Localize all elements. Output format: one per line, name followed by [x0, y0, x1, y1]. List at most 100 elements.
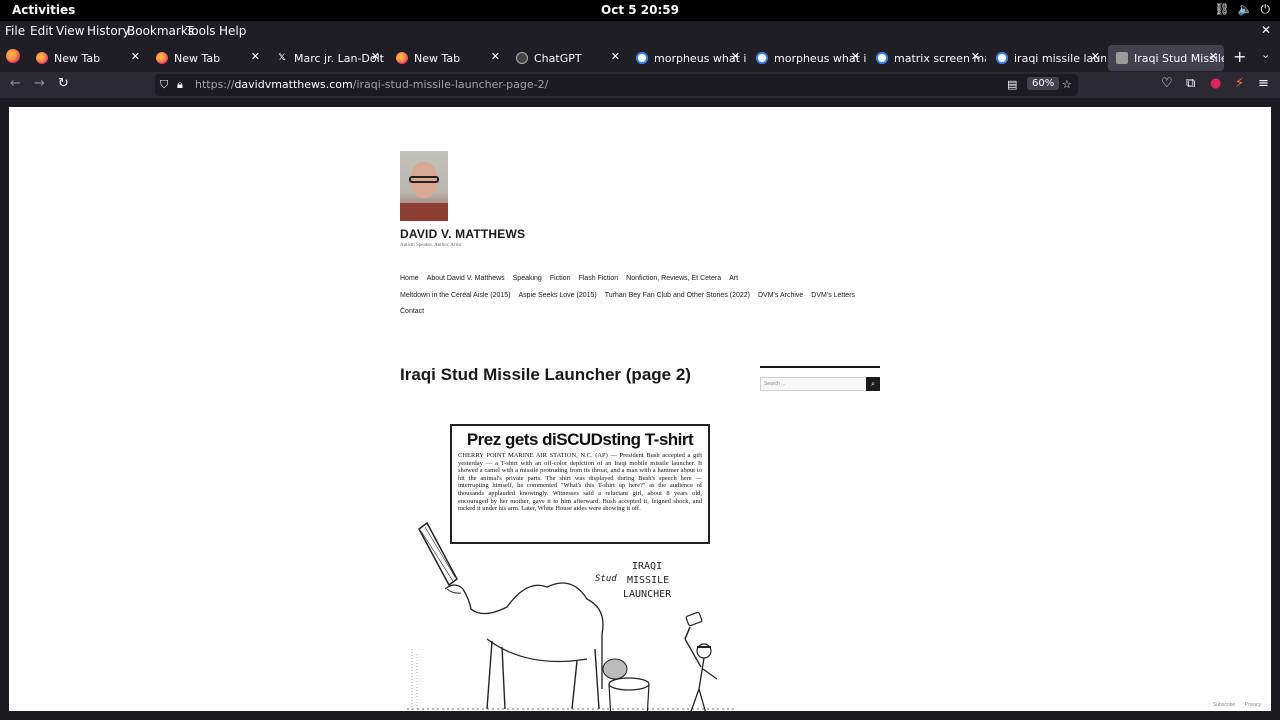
camel-body	[444, 582, 604, 689]
missile-shape	[418, 521, 458, 587]
content-viewport: DAVID V. MATTHEWS Autism Speaker, Author…	[0, 98, 1280, 720]
nav-art[interactable]: Art	[729, 275, 738, 282]
cartoon-label-launcher: LAUNCHER	[623, 589, 672, 600]
extensions-icon[interactable]: ⧉	[1186, 76, 1195, 91]
search-button[interactable]: ⌕	[866, 377, 880, 391]
url-path: /iraqi-stud-missile-launcher-page-2/	[352, 78, 549, 91]
site-description: Autism Speaker, Author, Artist	[400, 243, 462, 248]
menu-tools[interactable]: Tools	[186, 24, 216, 38]
clipping-body: CHERRY POINT MARINE AIR STATION, N.C. (A…	[458, 452, 702, 513]
nav-contact[interactable]: Contact	[400, 308, 424, 315]
cartoon-label-stud: Stud	[595, 574, 617, 584]
site-title[interactable]: DAVID V. MATTHEWS	[400, 227, 525, 241]
privacy-link[interactable]: Privacy	[1245, 702, 1261, 708]
tab-x-post[interactable]: 𝕏 Marc jr. Lan-Dolt (@ ✕	[268, 45, 386, 71]
camel-hump-object	[602, 658, 628, 680]
forward-icon[interactable]: →	[34, 76, 45, 91]
menu-bookmarks[interactable]: Bookmarks	[127, 24, 194, 38]
post-title: Iraqi Stud Missile Launcher (page 2)	[400, 365, 691, 384]
clock[interactable]: Oct 5 20:59	[0, 3, 1280, 17]
chatgpt-icon	[516, 52, 528, 64]
nav-about[interactable]: About David V. Matthews	[427, 275, 505, 282]
nav-speaking[interactable]: Speaking	[513, 275, 542, 282]
chevron-down-icon[interactable]: ⌄	[1261, 48, 1270, 61]
tab-chatgpt[interactable]: ChatGPT ✕	[508, 45, 626, 71]
reload-icon[interactable]: ↻	[58, 76, 69, 91]
close-tab-icon[interactable]: ✕	[731, 50, 740, 63]
nav-turhan-bey[interactable]: Turhan Bey Fan Club and Other Stories (2…	[605, 292, 750, 299]
firefox-icon	[36, 52, 48, 64]
close-tab-icon[interactable]: ✕	[611, 50, 620, 63]
addon-2-icon[interactable]: ⚡	[1235, 76, 1244, 91]
close-tab-icon[interactable]: ✕	[131, 50, 140, 63]
back-icon[interactable]: ←	[10, 76, 21, 91]
tab-google-iraqi[interactable]: iraqi missile launch ✕	[988, 45, 1106, 71]
navigation-toolbar: ← → ↻ ⛉ 🔒︎ https://davidvmatthews.com/ir…	[0, 72, 1280, 98]
nav-archive[interactable]: DVM's Archive	[758, 292, 803, 299]
ground-speckle	[411, 649, 418, 711]
hammer-handle	[684, 626, 691, 640]
tab-new-tab-1[interactable]: New Tab ✕	[28, 45, 146, 71]
menu-help[interactable]: Help	[219, 24, 246, 38]
tab-new-tab-2[interactable]: New Tab ✕	[148, 45, 266, 71]
close-tab-icon[interactable]: ✕	[491, 50, 500, 63]
menu-bar: File Edit View History Bookmarks Tools H…	[0, 21, 1280, 41]
primary-nav-row-3: Contact	[400, 308, 432, 315]
bookmark-star-icon[interactable]: ☆	[1062, 78, 1072, 91]
stump-top	[608, 677, 650, 691]
close-tab-icon[interactable]: ✕	[371, 50, 380, 63]
web-page: DAVID V. MATTHEWS Autism Speaker, Author…	[9, 107, 1271, 711]
close-tab-icon[interactable]: ✕	[971, 50, 980, 63]
menu-history[interactable]: History	[87, 24, 130, 38]
window-close-icon[interactable]: ✕	[1261, 23, 1271, 37]
x-icon: 𝕏	[278, 53, 286, 63]
man-body	[684, 638, 718, 711]
lock-icon[interactable]: 🔒︎	[177, 78, 183, 92]
nav-nonfiction[interactable]: Nonfiction, Reviews, Et Cetera	[626, 275, 721, 282]
nav-letters[interactable]: DVM's Letters	[811, 292, 855, 299]
reader-view-icon[interactable]: ▤	[1007, 78, 1017, 91]
menu-edit[interactable]: Edit	[30, 24, 53, 38]
firefox-view-icon[interactable]	[6, 49, 20, 63]
author-avatar[interactable]	[400, 151, 448, 221]
volume-icon: 🔈	[1237, 2, 1253, 16]
search-input[interactable]: Search ...	[760, 377, 867, 391]
menu-view[interactable]: View	[56, 24, 84, 38]
zoom-level[interactable]: 60%	[1027, 77, 1060, 90]
menu-file[interactable]: File	[5, 24, 25, 38]
url-bar[interactable]: ⛉ 🔒︎ https://davidvmatthews.com/iraqi-st…	[155, 74, 1078, 96]
nav-fiction[interactable]: Fiction	[550, 275, 571, 282]
system-tray[interactable]: ⛓ 🔈 ⏻	[1214, 2, 1270, 17]
sidebar-divider	[760, 366, 880, 368]
shield-icon[interactable]: ⛉	[160, 78, 168, 92]
tab-bar: New Tab ✕ New Tab ✕ 𝕏 Marc jr. Lan-Dolt …	[0, 41, 1280, 72]
tab-new-tab-3[interactable]: New Tab ✕	[388, 45, 506, 71]
camel-legs	[486, 640, 600, 710]
floating-footer-links: Subscribe Privacy	[1205, 702, 1261, 708]
google-icon	[996, 52, 1008, 64]
nav-home[interactable]: Home	[400, 275, 419, 282]
newspaper-clipping-image: Prez gets diSCUDsting T-shirt CHERRY POI…	[407, 419, 737, 711]
nav-flash-fiction[interactable]: Flash Fiction	[578, 275, 618, 282]
primary-nav-row-2: Meltdown in the Cereal Aisle (2015) Aspie…	[400, 292, 863, 299]
close-tab-icon[interactable]: ✕	[251, 50, 260, 63]
addon-icon[interactable]: ●	[1210, 76, 1221, 91]
nav-meltdown[interactable]: Meltdown in the Cereal Aisle (2015)	[400, 292, 511, 299]
close-tab-icon[interactable]: ✕	[1209, 50, 1218, 63]
close-tab-icon[interactable]: ✕	[1091, 50, 1100, 63]
tab-active-site[interactable]: Iraqi Stud Missile La ✕	[1108, 45, 1224, 71]
missile-detail	[420, 526, 456, 582]
google-icon	[876, 52, 888, 64]
tab-google-matrix[interactable]: matrix screen matri ✕	[868, 45, 986, 71]
new-tab-icon[interactable]: +	[1233, 47, 1246, 66]
subscribe-link[interactable]: Subscribe	[1213, 702, 1235, 708]
pocket-icon[interactable]: ♡	[1161, 76, 1173, 91]
tab-google-morpheus-1[interactable]: morpheus what is rea ✕	[628, 45, 746, 71]
close-tab-icon[interactable]: ✕	[851, 50, 860, 63]
hamburger-menu-icon[interactable]: ≡	[1258, 76, 1269, 91]
power-icon: ⏻	[1260, 2, 1271, 16]
tab-google-morpheus-2[interactable]: morpheus what is rea ✕	[748, 45, 866, 71]
nav-aspie-seeks-love[interactable]: Aspie Seeks Love (2015)	[519, 292, 597, 299]
firefox-icon	[156, 52, 168, 64]
url-text[interactable]: https://davidvmatthews.com/iraqi-stud-mi…	[195, 78, 548, 91]
